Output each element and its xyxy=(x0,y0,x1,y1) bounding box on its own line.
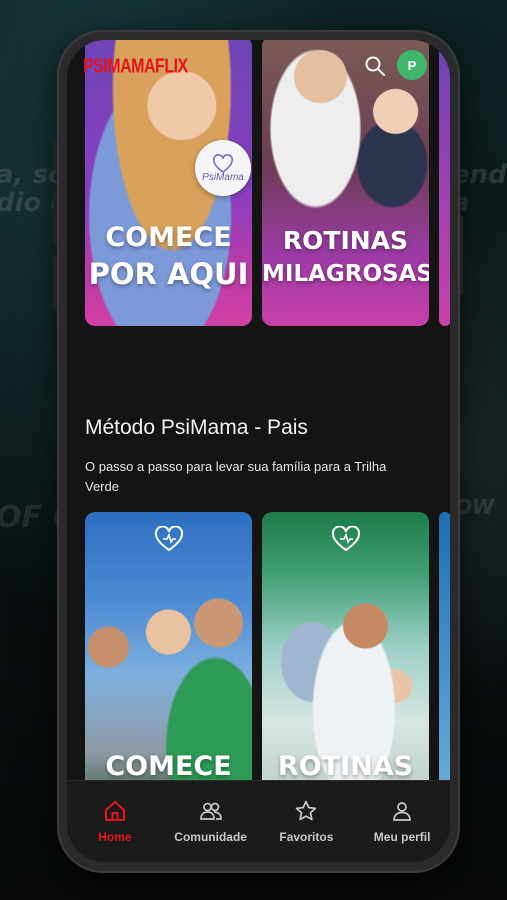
nav-label: Favoritos xyxy=(279,830,334,844)
background-text: OW xyxy=(455,495,495,519)
app-logo: PSIMAMAFLIX xyxy=(83,56,188,78)
featured-carousel: PsiMama COMECE POR AQUI ROTINAS MILAGROS… xyxy=(85,40,450,326)
avatar[interactable]: P xyxy=(397,50,427,80)
module-card[interactable]: COMECE xyxy=(85,512,252,812)
card-title: COMECE xyxy=(105,222,232,253)
nav-label: Comunidade xyxy=(174,830,247,844)
featured-card[interactable]: ROTINAS MILAGROSAS xyxy=(262,40,429,326)
card-title: POR AQUI xyxy=(88,257,249,291)
nav-item-home[interactable]: Home xyxy=(69,799,161,844)
bottom-navigation: Home Comunidade Favoritos Meu perfil xyxy=(67,780,450,862)
module-card-peek[interactable] xyxy=(439,512,450,812)
section-title: Método PsiMama - Pais xyxy=(85,416,308,439)
nav-label: Home xyxy=(98,830,132,844)
heart-icon xyxy=(331,526,361,552)
module-card[interactable]: ROTINAS xyxy=(262,512,429,812)
nav-label: Meu perfil xyxy=(373,830,431,844)
background-text: endo xyxy=(452,160,507,190)
heart-icon xyxy=(213,153,233,173)
featured-card[interactable]: PsiMama COMECE POR AQUI xyxy=(85,40,252,326)
community-icon xyxy=(199,802,222,820)
app-screen: PSIMAMAFLIX P PsiMama COMECE POR AQUI RO… xyxy=(67,40,450,862)
module-carousel: COMECE ROTINAS xyxy=(85,512,450,812)
brand-badge: PsiMama xyxy=(195,140,251,196)
search-icon[interactable] xyxy=(363,54,387,78)
card-title: COMECE xyxy=(105,751,232,782)
card-title: ROTINAS xyxy=(282,226,409,255)
nav-item-favorites[interactable]: Favoritos xyxy=(260,799,352,844)
nav-item-profile[interactable]: Meu perfil xyxy=(356,799,448,844)
star-icon xyxy=(296,800,317,821)
nav-item-community[interactable]: Comunidade xyxy=(165,799,257,844)
section-subtitle: O passo a passo para levar sua família p… xyxy=(85,459,387,494)
featured-card-peek[interactable] xyxy=(439,40,450,326)
card-title: ROTINAS xyxy=(277,751,414,782)
home-icon xyxy=(104,801,125,821)
user-icon xyxy=(393,802,411,821)
card-title: MILAGROSAS xyxy=(262,261,429,287)
heart-icon xyxy=(154,526,184,552)
